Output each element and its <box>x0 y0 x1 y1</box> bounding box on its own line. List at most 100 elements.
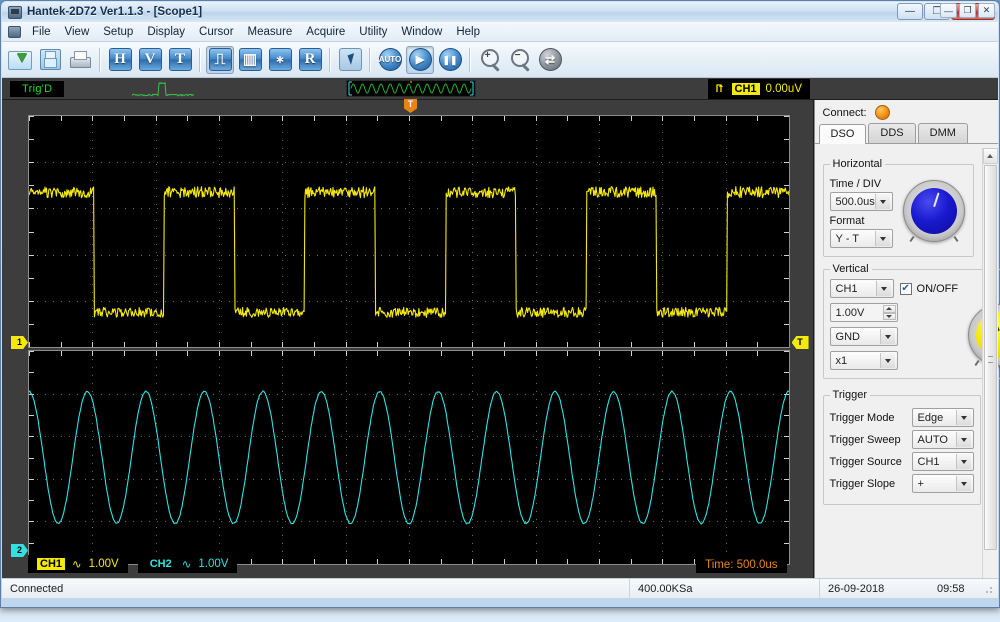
trigger-source-value: CH1 <box>918 456 940 468</box>
trigger-position-marker[interactable]: T <box>404 99 417 113</box>
menu-item-window[interactable]: Window <box>394 24 449 40</box>
connection-status: Connected <box>2 579 629 598</box>
ch1-readout-badge: CH1 <box>732 83 760 95</box>
waveform-glyph: ⎍ <box>209 48 232 71</box>
stepper-buttons[interactable] <box>883 305 896 320</box>
ch2-legend-badge: CH2 <box>147 558 175 570</box>
coupling-select[interactable]: GND <box>830 327 898 346</box>
ch1-coupling: ∿ <box>72 557 82 571</box>
trigger-slope-label: Trigger Slope <box>830 478 912 490</box>
ch2-legend[interactable]: CH2 ∿ 1.00V <box>138 555 238 573</box>
ch1-ground-marker[interactable]: 1 <box>11 336 28 349</box>
window-title: Hantek-2D72 Ver1.1.3 - [Scope1] <box>27 6 202 18</box>
run-icon[interactable]: ▶ <box>406 46 434 74</box>
trigger-slope-select[interactable]: + <box>912 474 974 493</box>
horizontal-icon[interactable]: H <box>106 46 134 74</box>
zoom-in-icon[interactable]: + <box>476 46 504 74</box>
time-div-value: 500.0us <box>836 196 875 208</box>
volts-div-stepper[interactable]: 1.00V <box>830 303 898 322</box>
mdi-window-controls: — ❐ ✕ <box>940 3 995 18</box>
save-icon[interactable] <box>36 46 64 74</box>
stepper-up-icon <box>883 305 896 313</box>
menu-item-acquire[interactable]: Acquire <box>299 24 352 40</box>
connect-status-led[interactable] <box>875 105 890 120</box>
run-glyph: ▶ <box>409 48 432 71</box>
math-icon[interactable]: ∗ <box>266 46 294 74</box>
auto-set-glyph: AUTO <box>379 48 402 71</box>
menu-item-display[interactable]: Display <box>140 24 192 40</box>
ch2-ground-marker[interactable]: 2 <box>11 544 28 557</box>
measure-icon[interactable]: ▥ <box>236 46 264 74</box>
channel-onoff-toggle[interactable]: ✔ ON/OFF <box>900 283 959 295</box>
horizontal-group-label: Horizontal <box>830 158 886 170</box>
tab-dmm[interactable]: DMM <box>918 123 968 143</box>
channel-value: CH1 <box>836 283 858 295</box>
trigger-mode-select[interactable]: Edge <box>912 408 974 427</box>
ch1-graticule[interactable] <box>28 115 790 348</box>
print-icon[interactable] <box>66 46 94 74</box>
ch1-legend[interactable]: CH1 ∿ 1.00V <box>28 555 128 573</box>
format-value: Y - T <box>836 233 859 245</box>
menu-item-measure[interactable]: Measure <box>241 24 300 40</box>
trigger-source-select[interactable]: CH1 <box>912 452 974 471</box>
tab-dds[interactable]: DDS <box>868 123 915 143</box>
toolbar-separator <box>469 48 471 72</box>
trigger-mode-value: Edge <box>918 412 944 424</box>
ch2-graticule[interactable] <box>28 350 790 565</box>
zoom-out-icon[interactable]: − <box>506 46 534 74</box>
pulse-preview-icon <box>132 80 194 98</box>
menu-item-file[interactable]: File <box>25 24 58 40</box>
chevron-down-icon <box>875 231 890 246</box>
trigger-level-marker[interactable]: T <box>792 336 809 349</box>
channel-select[interactable]: CH1 <box>830 279 894 298</box>
time-div-select[interactable]: 500.0us <box>830 192 893 211</box>
dso-panel: Horizontal Time / DIV 500.0us Format Y -… <box>815 148 982 578</box>
menu-item-setup[interactable]: Setup <box>96 24 140 40</box>
date-status: 26-09-2018 <box>819 579 929 598</box>
reference-icon[interactable]: R <box>296 46 324 74</box>
panel-scrollbar[interactable] <box>982 148 998 578</box>
chevron-down-icon <box>876 281 891 296</box>
ch1-legend-badge: CH1 <box>37 558 65 570</box>
mdi-restore-button[interactable]: ❐ <box>959 3 976 18</box>
time-div-knob[interactable] <box>903 180 965 242</box>
vertical-icon[interactable]: V <box>136 46 164 74</box>
refresh-icon[interactable]: ⇄ <box>536 46 564 74</box>
probe-select[interactable]: x1 <box>830 351 898 370</box>
scroll-up-button[interactable] <box>983 148 998 164</box>
auto-set-icon[interactable]: AUTO <box>376 46 404 74</box>
toolbar-separator <box>329 48 331 72</box>
waveform-overview[interactable] <box>346 80 476 97</box>
trigger-icon[interactable]: T <box>166 46 194 74</box>
tab-dso[interactable]: DSO <box>819 124 867 144</box>
format-select[interactable]: Y - T <box>830 229 893 248</box>
pause-icon[interactable]: ❚❚ <box>436 46 464 74</box>
menu-item-help[interactable]: Help <box>449 24 487 40</box>
coupling-value: GND <box>836 331 860 343</box>
trigger-edge-icon <box>716 82 726 97</box>
trigger-group: Trigger Trigger Mode Edge Trigger Sweep … <box>823 389 981 505</box>
trigger-source-label: Trigger Source <box>830 456 912 468</box>
minimize-button[interactable]: — <box>897 3 923 20</box>
scrollbar-thumb[interactable] <box>984 165 997 550</box>
chevron-down-icon <box>875 194 890 209</box>
resize-grip-icon[interactable] <box>981 582 995 596</box>
mdi-minimize-button[interactable]: — <box>940 3 957 18</box>
horizontal-group: Horizontal Time / DIV 500.0us Format Y -… <box>823 158 974 257</box>
mdi-close-button[interactable]: ✕ <box>978 3 995 18</box>
toolbar-separator <box>99 48 101 72</box>
ch1-readout-value: 0.00uV <box>766 83 802 95</box>
waveform-icon[interactable]: ⎍ <box>206 46 234 74</box>
open-icon[interactable] <box>6 46 34 74</box>
cursor-icon[interactable] <box>336 46 364 74</box>
menu-item-view[interactable]: View <box>58 24 97 40</box>
trigger-sweep-select[interactable]: AUTO <box>912 430 974 449</box>
mdi-system-icon[interactable] <box>8 26 21 38</box>
trigger-mode-label: Trigger Mode <box>830 412 912 424</box>
zoom-in-glyph: + <box>484 52 492 60</box>
channel-legend: CH1 ∿ 1.00V CH2 ∿ 1.00V <box>28 555 237 573</box>
menu-item-cursor[interactable]: Cursor <box>192 24 241 40</box>
refresh-glyph: ⇄ <box>539 48 562 71</box>
menu-item-utility[interactable]: Utility <box>352 24 394 40</box>
vertical-group: Vertical CH1 ✔ ON/OFF <box>823 263 1000 379</box>
